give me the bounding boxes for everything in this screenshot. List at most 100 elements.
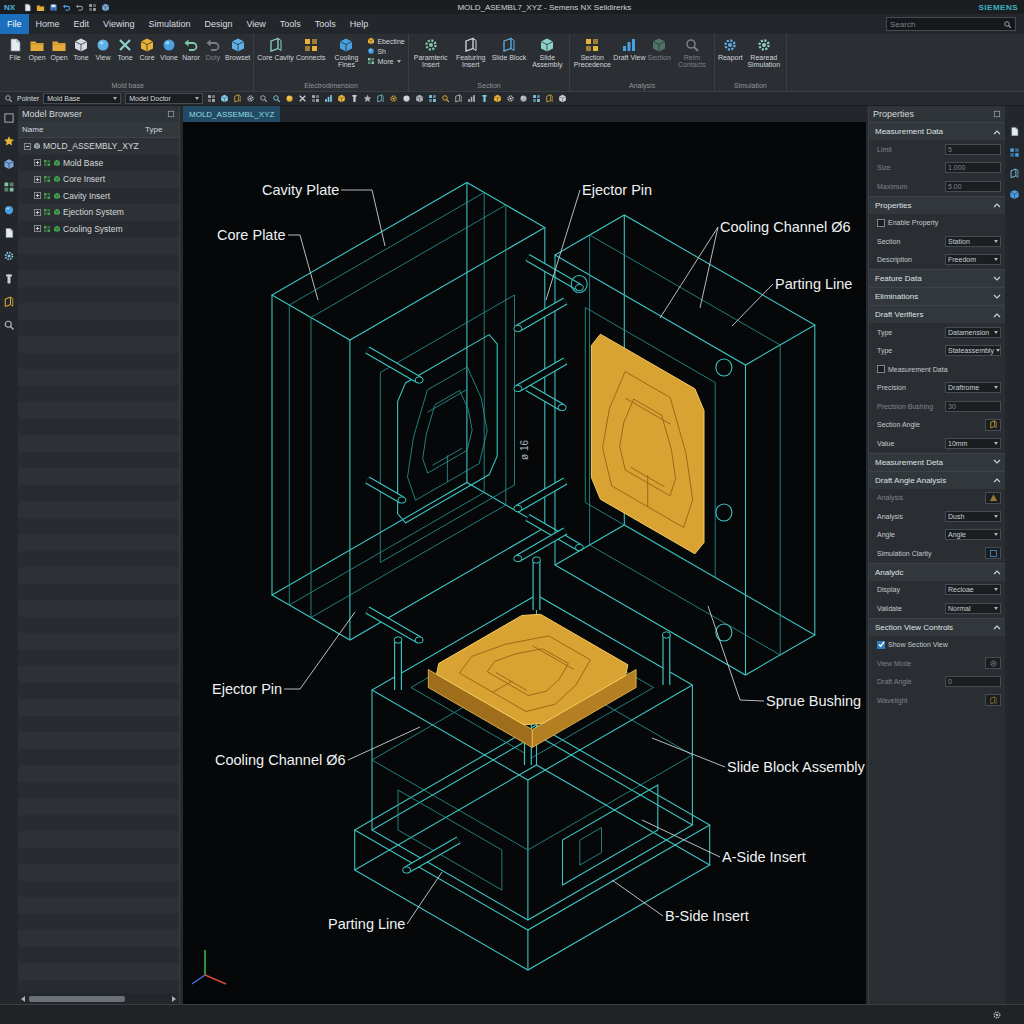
section-header[interactable]: Properties	[869, 196, 1005, 214]
section-header[interactable]: Measurement Data	[869, 122, 1005, 140]
ribbon-button[interactable]: Tone	[115, 37, 135, 61]
ribbon-button[interactable]: Draft View	[613, 37, 645, 61]
mag-icon[interactable]	[272, 94, 281, 103]
collapse-chevron-icon[interactable]	[993, 129, 1001, 135]
value-dropdown[interactable]: Freedom	[945, 254, 1001, 265]
section-header[interactable]: Feature Data	[869, 269, 1005, 287]
undo-icon[interactable]	[62, 3, 71, 12]
menu-item[interactable]: Home	[29, 14, 67, 34]
value-dropdown[interactable]: Datamension	[945, 327, 1001, 338]
ribbon-button[interactable]: View	[93, 37, 113, 61]
collapse-chevron-icon[interactable]	[993, 202, 1001, 208]
cube-icon[interactable]	[3, 158, 15, 170]
ribbon-button[interactable]: Slide Block	[492, 37, 527, 61]
sphere-icon[interactable]	[3, 204, 15, 216]
gear-icon[interactable]	[506, 94, 515, 103]
plate-icon[interactable]	[454, 94, 463, 103]
value-dropdown[interactable]: Station	[945, 236, 1001, 247]
gear-icon[interactable]	[3, 250, 15, 262]
value-field[interactable]: 1.000	[945, 162, 1001, 173]
value-dropdown[interactable]: Recloae	[945, 584, 1001, 595]
tree-row[interactable]: Ejection System	[18, 204, 179, 221]
value-dropdown[interactable]: Normal	[945, 603, 1001, 614]
plate-icon[interactable]	[3, 296, 15, 308]
checkbox[interactable]	[877, 365, 885, 373]
grid-icon[interactable]	[88, 3, 97, 12]
tree-row[interactable]: MOLD_ASSEMBLY_XYZ	[18, 138, 179, 155]
mag-icon[interactable]	[441, 94, 450, 103]
icon-button[interactable]	[985, 547, 1001, 559]
ribbon-button[interactable]: Section Precedence	[573, 37, 611, 69]
ribbon-button[interactable]: Reaport	[718, 37, 743, 61]
tree-row[interactable]: Mold Base	[18, 155, 179, 172]
filter-dropdown[interactable]: Model Doctor	[125, 93, 203, 104]
ribbon-button[interactable]: Featuring Insert	[452, 37, 490, 69]
menu-item[interactable]: Viewing	[96, 14, 141, 34]
collapse-chevron-icon[interactable]	[993, 477, 1001, 483]
pin-icon[interactable]	[350, 94, 359, 103]
ribbon-button[interactable]: Vione	[159, 37, 179, 61]
stack-button[interactable]: More	[367, 57, 404, 65]
ribbon-button[interactable]: Tone	[71, 37, 91, 61]
cube-icon[interactable]	[558, 94, 567, 103]
checkbox[interactable]	[877, 219, 885, 227]
chart-icon[interactable]	[324, 94, 333, 103]
collapse-chevron-icon[interactable]	[993, 569, 1001, 575]
stack-button[interactable]: Ebectine	[367, 37, 404, 45]
save-icon[interactable]	[49, 3, 58, 12]
scroll-thumb[interactable]	[29, 996, 125, 1002]
ribbon-button[interactable]: Open	[49, 37, 69, 61]
ribbon-button[interactable]: Browset	[225, 37, 250, 61]
plate-icon[interactable]	[233, 94, 242, 103]
ribbon-button[interactable]: Core	[137, 37, 157, 61]
icon-button[interactable]	[985, 492, 1001, 504]
doc-icon[interactable]	[3, 227, 15, 239]
square-icon[interactable]	[3, 112, 15, 124]
menu-item[interactable]: Simulation	[141, 14, 197, 34]
tree-row[interactable]: Core Insert	[18, 171, 179, 188]
mag-icon[interactable]	[3, 319, 15, 331]
gear-icon[interactable]	[389, 94, 398, 103]
doc-icon[interactable]	[1009, 126, 1020, 137]
grid-icon[interactable]	[207, 94, 216, 103]
pin-icon[interactable]	[480, 94, 489, 103]
menu-item[interactable]: Design	[197, 14, 239, 34]
star-icon[interactable]	[363, 94, 372, 103]
value-field[interactable]: 30	[945, 401, 1001, 412]
grid-icon[interactable]	[3, 181, 15, 193]
icon-button[interactable]	[985, 657, 1001, 669]
ribbon-button[interactable]: Reim Contacts	[673, 37, 711, 69]
document-tab[interactable]: MOLD_ASSEMBL_XYZ	[183, 106, 280, 122]
sphere-icon[interactable]	[519, 94, 528, 103]
collapse-chevron-icon[interactable]	[993, 624, 1001, 630]
column-title[interactable]: Type	[145, 125, 175, 134]
search-field[interactable]	[890, 20, 1003, 29]
value-dropdown[interactable]: Draftrome	[945, 382, 1001, 393]
plate-icon[interactable]	[545, 94, 554, 103]
tree-row[interactable]: Cavity Insert	[18, 188, 179, 205]
pin-icon[interactable]	[3, 273, 15, 285]
ribbon-button[interactable]: Cooling Fines	[327, 37, 365, 69]
horizontal-scrollbar[interactable]	[18, 993, 179, 1004]
section-header[interactable]: Eliminations	[869, 287, 1005, 305]
expand-icon[interactable]	[34, 225, 41, 232]
ribbon-button[interactable]: Core Cavity	[257, 37, 294, 61]
value-field[interactable]: 0	[945, 676, 1001, 687]
value-dropdown[interactable]: Dush	[945, 511, 1001, 522]
grid-icon[interactable]	[428, 94, 437, 103]
expand-chevron-icon[interactable]	[993, 459, 1001, 465]
sphere-icon[interactable]	[402, 94, 411, 103]
expand-icon[interactable]	[34, 209, 41, 216]
tree-row[interactable]: Cooling System	[18, 221, 179, 238]
ribbon-button[interactable]: Doty	[203, 37, 223, 61]
expand-icon[interactable]	[34, 192, 41, 199]
ribbon-button[interactable]: Naror	[181, 37, 201, 61]
ribbon-button[interactable]: Paramteric Insert	[412, 37, 450, 69]
section-header[interactable]: Analydc	[869, 563, 1005, 581]
gear-icon[interactable]	[246, 94, 255, 103]
expand-icon[interactable]	[34, 159, 41, 166]
ribbon-button[interactable]: Rearead Simulation	[745, 37, 783, 69]
section-header[interactable]: Draft Verifiers	[869, 305, 1005, 323]
section-header[interactable]: Section View Controls	[869, 618, 1005, 636]
expand-chevron-icon[interactable]	[993, 294, 1001, 300]
